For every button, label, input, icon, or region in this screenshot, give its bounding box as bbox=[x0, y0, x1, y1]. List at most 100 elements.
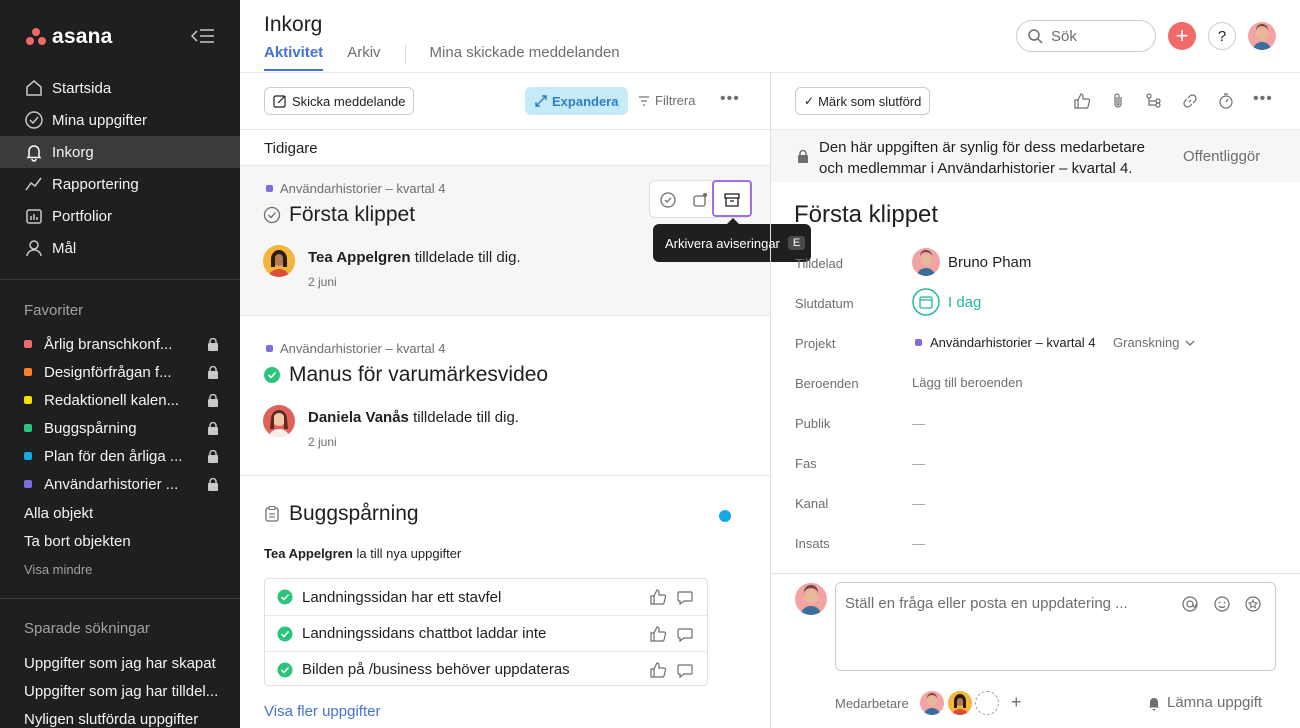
folder-icon bbox=[26, 209, 42, 224]
show-more-tasks-link[interactable]: Visa fler uppgifter bbox=[264, 703, 380, 720]
show-less-link[interactable]: Visa mindre bbox=[24, 562, 92, 577]
list-item[interactable]: Landningssidans chattbot laddar inte bbox=[265, 615, 707, 651]
task-title[interactable]: Första klippet bbox=[794, 201, 938, 229]
completed-check-icon[interactable] bbox=[277, 662, 293, 678]
completed-check-icon[interactable] bbox=[277, 626, 293, 642]
item-task-title[interactable]: Manus för varumärkesvideo bbox=[263, 363, 548, 387]
collaborator-avatar[interactable] bbox=[920, 691, 944, 715]
item-task-title[interactable]: Första klippet bbox=[263, 203, 415, 227]
saved-search-item[interactable]: Uppgifter som jag har tilldel... bbox=[24, 683, 218, 700]
phase-value[interactable]: — bbox=[912, 456, 925, 471]
search-input[interactable]: Sök bbox=[1016, 20, 1156, 52]
add-dependencies-link[interactable]: Lägg till beroenden bbox=[912, 375, 1023, 390]
like-icon[interactable] bbox=[649, 625, 667, 643]
filter-button[interactable]: Filtrera bbox=[638, 93, 695, 108]
delete-objects-link[interactable]: Ta bort objekten bbox=[24, 533, 131, 550]
star-icon[interactable] bbox=[1244, 595, 1262, 613]
composer-divider bbox=[771, 573, 1300, 574]
tab-activity[interactable]: Aktivitet bbox=[264, 44, 324, 71]
mark-complete-icon[interactable] bbox=[659, 191, 677, 209]
like-icon[interactable] bbox=[649, 661, 667, 679]
project-value[interactable]: Användarhistorier – kvartal 4 bbox=[915, 335, 1095, 350]
section-dropdown[interactable]: Granskning bbox=[1113, 335, 1195, 350]
nav-label: Portfolior bbox=[52, 207, 113, 225]
add-collaborator-icon[interactable] bbox=[975, 691, 999, 715]
favorite-project[interactable]: Användarhistorier ... bbox=[24, 470, 219, 498]
emoji-icon[interactable] bbox=[1213, 595, 1231, 613]
nav-portfolios[interactable]: Portfolior bbox=[0, 200, 240, 232]
favorite-project[interactable]: Buggspårning bbox=[24, 414, 219, 442]
mark-complete-button[interactable]: ✓ Märk som slutförd bbox=[795, 87, 931, 115]
create-button[interactable]: + bbox=[1168, 22, 1196, 50]
more-options-icon[interactable]: ••• bbox=[1253, 90, 1273, 108]
item-project[interactable]: Användarhistorier – kvartal 4 bbox=[266, 181, 445, 196]
archive-button-focus[interactable] bbox=[712, 180, 752, 217]
saved-search-item[interactable]: Uppgifter som jag har skapat bbox=[24, 655, 216, 672]
subtask-icon[interactable] bbox=[1145, 92, 1163, 110]
bookmark-icon[interactable] bbox=[691, 191, 709, 209]
plus-icon[interactable]: + bbox=[1011, 692, 1022, 713]
comment-icon[interactable] bbox=[676, 625, 694, 643]
help-button[interactable]: ? bbox=[1208, 22, 1236, 50]
expand-button[interactable]: Expandera bbox=[525, 87, 629, 115]
send-message-button[interactable]: Skicka meddelande bbox=[264, 87, 415, 115]
favorite-project[interactable]: Plan för den årliga ... bbox=[24, 442, 219, 470]
favorite-label: Buggspårning bbox=[44, 419, 137, 437]
visibility-text: Den här uppgiften är synlig för dess med… bbox=[819, 137, 1145, 179]
search-icon bbox=[1028, 29, 1043, 44]
like-icon[interactable] bbox=[649, 588, 667, 606]
calendar-icon[interactable] bbox=[912, 288, 940, 316]
check-circle-icon[interactable] bbox=[263, 206, 281, 224]
leave-task-button[interactable]: Lämna uppgift bbox=[1146, 694, 1262, 711]
nav-reporting[interactable]: Rapportering bbox=[0, 168, 240, 200]
make-public-button[interactable]: Offentliggör bbox=[1183, 148, 1260, 165]
due-date-value[interactable]: I dag bbox=[948, 294, 981, 311]
timer-icon[interactable] bbox=[1217, 92, 1235, 110]
check-circle-icon bbox=[25, 111, 43, 129]
activity-text: tilldelade till dig. bbox=[414, 249, 521, 266]
project-color-dot bbox=[266, 345, 273, 352]
favorite-project[interactable]: Årlig branschkonf... bbox=[24, 330, 219, 358]
favorite-project[interactable]: Redaktionell kalen... bbox=[24, 386, 219, 414]
comment-composer[interactable]: Ställ en fråga eller posta en uppdaterin… bbox=[835, 582, 1276, 671]
comment-icon[interactable] bbox=[676, 588, 694, 606]
like-icon[interactable] bbox=[1073, 92, 1091, 110]
nav-goals[interactable]: Mål bbox=[0, 232, 240, 264]
more-options-icon[interactable]: ••• bbox=[720, 90, 740, 108]
nav-inbox[interactable]: Inkorg bbox=[0, 136, 240, 168]
mention-icon[interactable] bbox=[1181, 595, 1199, 613]
user-avatar[interactable] bbox=[1248, 22, 1276, 50]
link-icon[interactable] bbox=[1181, 92, 1199, 110]
attachment-icon[interactable] bbox=[1109, 92, 1127, 110]
collaborator-avatar[interactable] bbox=[948, 691, 972, 715]
assignee-name[interactable]: Bruno Pham bbox=[948, 254, 1031, 271]
tab-archive[interactable]: Arkiv bbox=[347, 44, 380, 71]
asana-logo[interactable]: asana bbox=[26, 25, 113, 49]
assignee-avatar[interactable] bbox=[912, 248, 940, 276]
completed-check-icon[interactable] bbox=[263, 366, 281, 384]
project-title[interactable]: Buggspårning bbox=[263, 502, 419, 526]
item-project[interactable]: Användarhistorier – kvartal 4 bbox=[266, 341, 445, 356]
tab-sent-messages[interactable]: Mina skickade meddelanden bbox=[430, 44, 620, 71]
all-objects-link[interactable]: Alla objekt bbox=[24, 505, 93, 522]
comment-icon[interactable] bbox=[676, 661, 694, 679]
channel-value[interactable]: — bbox=[912, 496, 925, 511]
audience-value[interactable]: — bbox=[912, 416, 925, 431]
nav-home[interactable]: Startsida bbox=[0, 72, 240, 104]
list-item[interactable]: Landningssidan har ett stavfel bbox=[265, 579, 707, 615]
nav-my-tasks[interactable]: Mina uppgifter bbox=[0, 104, 240, 136]
unread-dot bbox=[719, 510, 731, 522]
favorite-label: Årlig branschkonf... bbox=[44, 335, 173, 353]
list-item[interactable]: Bilden på /business behöver uppdateras bbox=[265, 651, 707, 687]
project-color-dot bbox=[24, 480, 32, 488]
brand-name: asana bbox=[52, 25, 113, 48]
project-color-dot bbox=[24, 424, 32, 432]
effort-value[interactable]: — bbox=[912, 536, 925, 551]
collapse-sidebar-icon[interactable] bbox=[190, 26, 216, 46]
tooltip-text: Arkivera aviseringar bbox=[665, 235, 780, 251]
lock-icon bbox=[208, 477, 218, 491]
home-icon bbox=[26, 80, 42, 96]
saved-search-item[interactable]: Nyligen slutförda uppgifter bbox=[24, 711, 198, 728]
completed-check-icon[interactable] bbox=[277, 589, 293, 605]
favorite-project[interactable]: Designförfrågan f... bbox=[24, 358, 219, 386]
